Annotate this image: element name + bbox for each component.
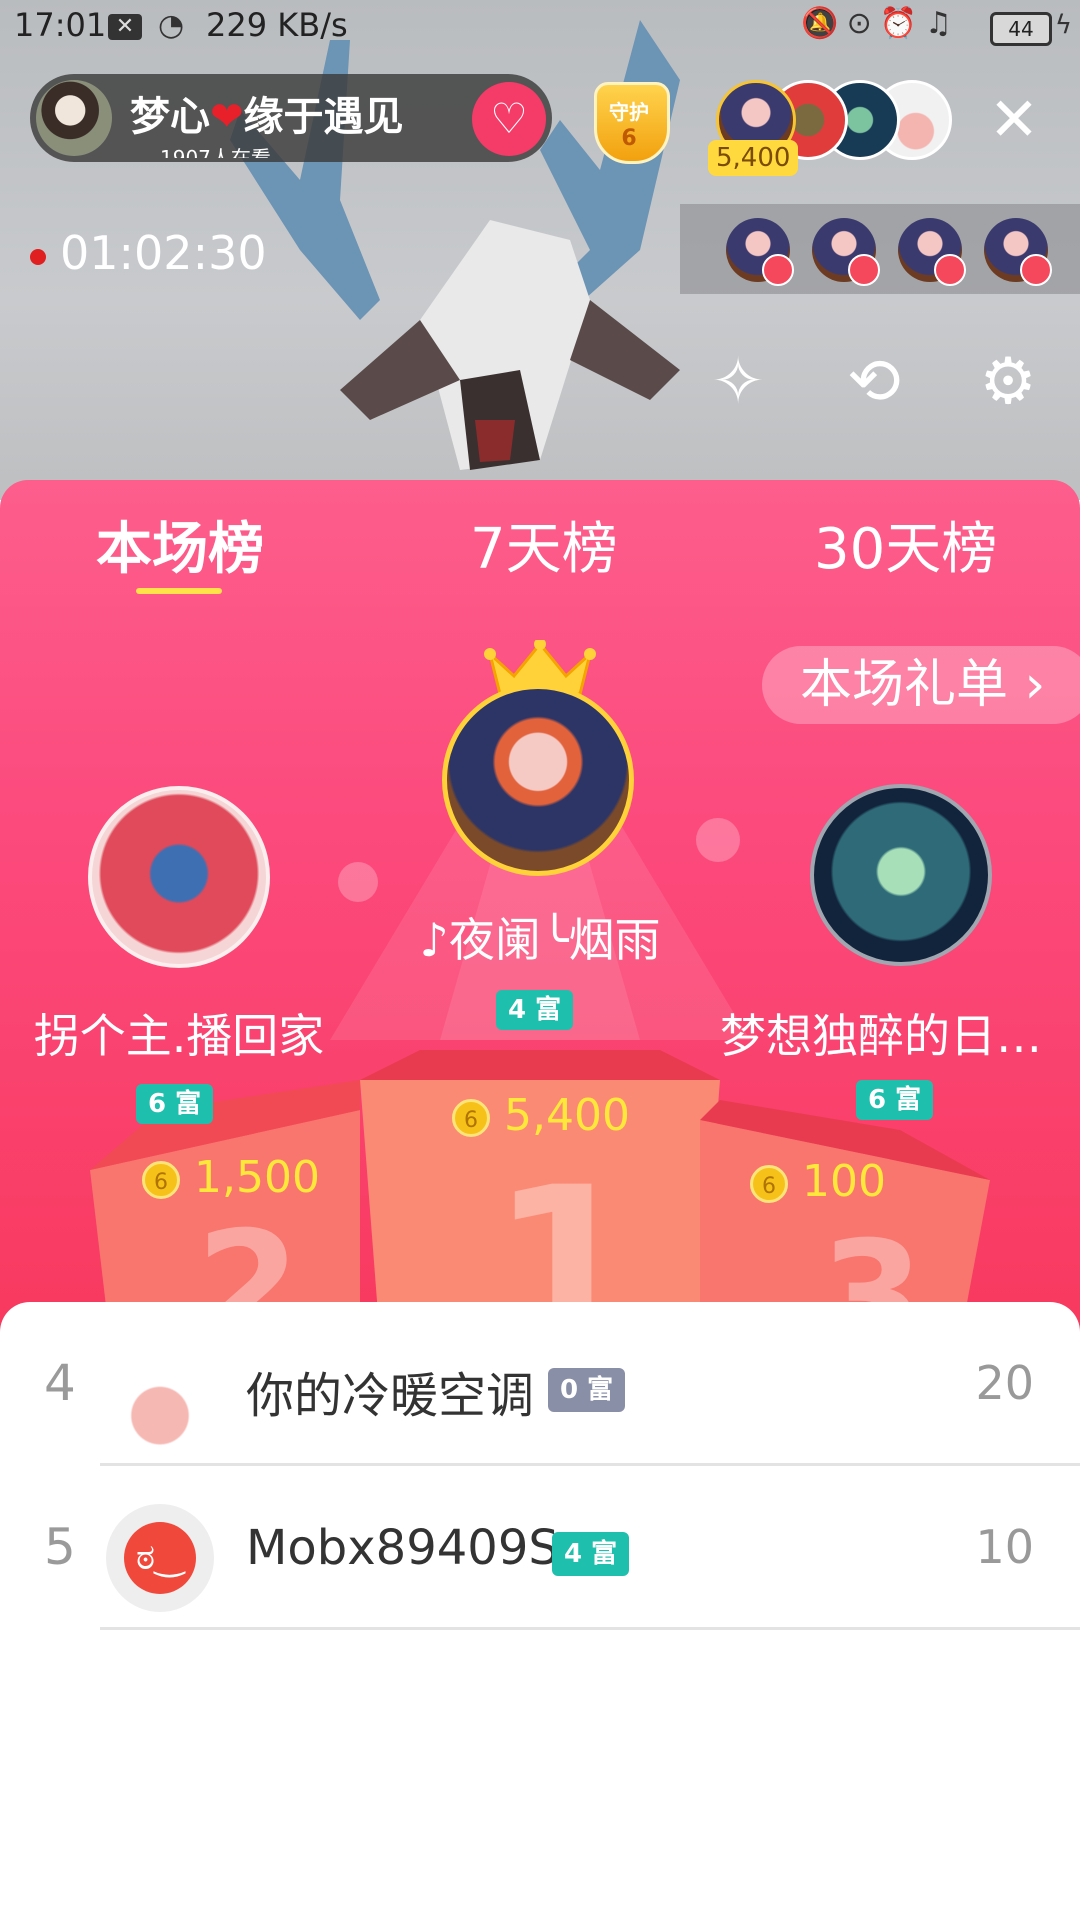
host-info-pill[interactable]: 梦心❤缘于遇见 1907人在看 ♡ <box>30 74 552 162</box>
divider <box>100 1627 1080 1630</box>
list-item-wealth-badge: 0 富 <box>548 1368 626 1412</box>
tab-current-session[interactable]: 本场榜 <box>96 504 264 585</box>
guard-badge[interactable]: 守护 6 <box>584 82 674 166</box>
third-place-avatar[interactable] <box>810 784 992 966</box>
network-speed: 229 KB/s <box>206 6 348 44</box>
winking-face-icon: ಠ‿ <box>124 1522 196 1594</box>
second-place-coins-value: 1,500 <box>194 1152 320 1203</box>
viewer-avatar[interactable] <box>726 218 794 286</box>
first-place-avatar[interactable] <box>442 684 634 876</box>
status-icons: 🔕⊙⏰♫ <box>801 6 960 41</box>
host-avatar[interactable] <box>36 80 112 156</box>
second-place-name: 拐个主.播回家 <box>33 1009 325 1063</box>
tab-30-days[interactable]: 30天榜 <box>814 504 997 585</box>
list-item-avatar[interactable] <box>106 1340 214 1448</box>
guard-label: 守护 <box>609 100 649 124</box>
list-item-rank: 5 <box>44 1518 76 1576</box>
live-timer: 01:02:30 <box>30 226 267 280</box>
battery-icon: 44 <box>990 12 1052 46</box>
host-name-part2: 缘于遇见 <box>243 94 404 140</box>
status-bar: 17:01 ✕ ◔ 229 KB/s 🔕⊙⏰♫ 44 ϟ <box>0 0 1080 56</box>
list-item[interactable]: 5 ಠ‿ Mobx89409S 4 富 10 <box>0 1466 1080 1630</box>
gear-icon[interactable]: ⚙ <box>968 342 1048 422</box>
follow-heart-button[interactable]: ♡ <box>472 82 546 156</box>
wifi-icon: ◔ <box>158 8 185 43</box>
third-place-coins: 6 100 <box>750 1156 886 1207</box>
list-item-name: 你的冷暖空调 <box>246 1368 535 1424</box>
viewer-avatar[interactable] <box>984 218 1052 286</box>
active-tab-indicator <box>136 588 222 594</box>
camera-switch-icon[interactable]: ⟲ <box>834 342 914 422</box>
viewer-avatar[interactable] <box>898 218 966 286</box>
coin-icon: 6 <box>142 1161 180 1199</box>
live-stream-video[interactable]: 17:01 ✕ ◔ 229 KB/s 🔕⊙⏰♫ 44 ϟ 梦心❤缘于遇见 190… <box>0 0 1080 500</box>
list-item-avatar[interactable]: ಠ‿ <box>106 1504 214 1612</box>
first-place-coins: 6 5,400 <box>452 1090 630 1141</box>
tab-7-days[interactable]: 7天榜 <box>470 504 618 585</box>
list-item-rank: 4 <box>44 1354 76 1412</box>
host-name: 梦心❤缘于遇见 <box>130 84 404 142</box>
magic-wand-icon[interactable]: ✧ <box>698 342 778 422</box>
first-place-name: ♪夜阑╰烟雨 <box>419 913 661 967</box>
sofa-badge-icon <box>848 254 880 286</box>
recording-dot-icon <box>30 248 46 265</box>
second-place-avatar[interactable] <box>88 786 270 968</box>
sofa-badge-icon <box>1020 254 1052 286</box>
list-item-name: Mobx89409S <box>246 1520 559 1576</box>
list-item-wealth-badge: 4 富 <box>552 1532 630 1576</box>
viewer-avatar[interactable] <box>812 218 880 286</box>
ranking-list: 4 你的冷暖空调 0 富 20 5 ಠ‿ Mobx89409S 4 富 10 <box>0 1302 1080 1920</box>
status-time: 17:01 <box>14 6 107 44</box>
top-fan-coins: 5,400 <box>708 140 799 176</box>
third-place-name: 梦想独醉的日… <box>720 1009 1042 1063</box>
charging-icon: ϟ <box>1054 10 1072 40</box>
sofa-badge-icon <box>762 254 794 286</box>
list-item-value: 10 <box>975 1520 1034 1574</box>
close-icon[interactable]: ✕ <box>986 90 1042 150</box>
second-place-wealth-badge: 6 富 <box>136 1084 214 1124</box>
first-place-wealth-badge: 4 富 <box>496 990 574 1030</box>
second-place-coins: 6 1,500 <box>142 1152 320 1203</box>
first-place-coins-value: 5,400 <box>504 1090 630 1141</box>
guard-count: 6 <box>621 126 637 151</box>
coin-icon: 6 <box>750 1165 788 1203</box>
coin-icon: 6 <box>452 1099 490 1137</box>
third-place-coins-value: 100 <box>802 1156 886 1207</box>
list-item[interactable]: 4 你的冷暖空调 0 富 20 <box>0 1302 1080 1466</box>
heart-icon: ❤ <box>210 94 244 140</box>
viewer-strip[interactable] <box>680 204 1080 294</box>
viewer-count: 1907人在看 <box>160 146 271 158</box>
ranking-panel: 本场榜 7天榜 30天榜 本场礼单 › ♪夜阑╰烟雨 4 富 6 5,400 1 … <box>0 480 1080 1340</box>
sofa-badge-icon <box>934 254 966 286</box>
gift-list-button[interactable]: 本场礼单 › <box>762 646 1080 724</box>
timer-text: 01:02:30 <box>60 226 267 280</box>
no-sim-icon: ✕ <box>108 14 142 40</box>
host-name-part1: 梦心 <box>130 94 210 140</box>
list-item-value: 20 <box>975 1356 1034 1410</box>
third-place-wealth-badge: 6 富 <box>856 1080 934 1120</box>
